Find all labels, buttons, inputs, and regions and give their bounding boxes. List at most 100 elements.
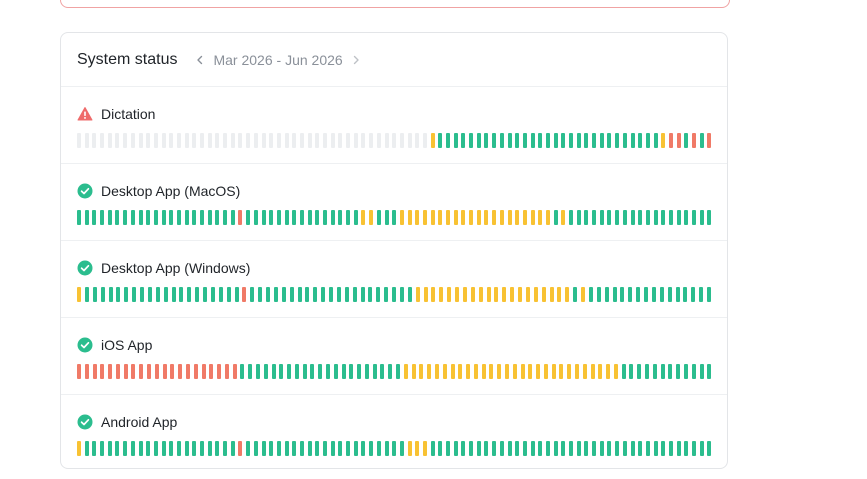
uptime-day-bar[interactable]	[230, 210, 235, 225]
uptime-day-bar[interactable]	[310, 364, 315, 379]
uptime-day-bar[interactable]	[192, 441, 197, 456]
uptime-day-bar[interactable]	[684, 133, 689, 148]
uptime-day-bar[interactable]	[107, 210, 112, 225]
uptime-day-bar[interactable]	[162, 364, 167, 379]
uptime-day-bar[interactable]	[473, 364, 478, 379]
uptime-day-bar[interactable]	[599, 441, 604, 456]
uptime-day-bar[interactable]	[522, 133, 527, 148]
uptime-day-bar[interactable]	[707, 133, 712, 148]
uptime-day-bar[interactable]	[147, 364, 152, 379]
uptime-day-bar[interactable]	[279, 364, 284, 379]
uptime-day-bar[interactable]	[515, 441, 520, 456]
uptime-day-bar[interactable]	[84, 133, 89, 148]
uptime-day-bar[interactable]	[528, 364, 533, 379]
uptime-day-bar[interactable]	[192, 210, 197, 225]
uptime-day-bar[interactable]	[289, 287, 294, 302]
uptime-day-bar[interactable]	[599, 210, 604, 225]
uptime-day-bar[interactable]	[430, 210, 435, 225]
uptime-day-bar[interactable]	[287, 364, 292, 379]
uptime-day-bar[interactable]	[399, 210, 404, 225]
uptime-day-bar[interactable]	[415, 133, 420, 148]
uptime-day-bar[interactable]	[153, 133, 158, 148]
uptime-day-bar[interactable]	[369, 441, 374, 456]
uptime-day-bar[interactable]	[238, 441, 243, 456]
uptime-day-bar[interactable]	[341, 364, 346, 379]
uptime-day-bar[interactable]	[218, 287, 223, 302]
uptime-day-bar[interactable]	[653, 441, 658, 456]
uptime-day-bar[interactable]	[553, 133, 558, 148]
uptime-day-bar[interactable]	[438, 441, 443, 456]
uptime-day-bar[interactable]	[683, 287, 688, 302]
uptime-day-bar[interactable]	[369, 210, 374, 225]
uptime-day-bar[interactable]	[170, 364, 175, 379]
uptime-day-bar[interactable]	[307, 210, 312, 225]
uptime-day-bar[interactable]	[536, 364, 541, 379]
chevron-right-icon[interactable]	[349, 53, 363, 67]
uptime-day-bar[interactable]	[130, 210, 135, 225]
uptime-day-bar[interactable]	[630, 210, 635, 225]
uptime-day-bar[interactable]	[336, 287, 341, 302]
uptime-day-bar[interactable]	[399, 287, 404, 302]
uptime-day-bar[interactable]	[123, 133, 128, 148]
uptime-day-bar[interactable]	[184, 441, 189, 456]
uptime-day-bar[interactable]	[481, 364, 486, 379]
uptime-day-bar[interactable]	[422, 210, 427, 225]
uptime-day-bar[interactable]	[372, 364, 377, 379]
uptime-day-bar[interactable]	[108, 287, 113, 302]
uptime-day-bar[interactable]	[338, 441, 343, 456]
uptime-day-bar[interactable]	[561, 441, 566, 456]
uptime-day-bar[interactable]	[470, 287, 475, 302]
uptime-day-bar[interactable]	[484, 441, 489, 456]
uptime-day-bar[interactable]	[599, 133, 604, 148]
uptime-day-bar[interactable]	[584, 133, 589, 148]
uptime-day-bar[interactable]	[250, 287, 255, 302]
chevron-left-icon[interactable]	[193, 53, 207, 67]
uptime-day-bar[interactable]	[146, 210, 151, 225]
uptime-day-bar[interactable]	[676, 210, 681, 225]
uptime-day-bar[interactable]	[455, 287, 459, 302]
uptime-day-bar[interactable]	[248, 364, 253, 379]
uptime-day-bar[interactable]	[403, 364, 408, 379]
uptime-day-bar[interactable]	[396, 364, 401, 379]
uptime-day-bar[interactable]	[215, 210, 220, 225]
uptime-day-bar[interactable]	[484, 210, 489, 225]
uptime-day-bar[interactable]	[645, 133, 650, 148]
uptime-day-bar[interactable]	[692, 133, 696, 148]
uptime-day-bar[interactable]	[494, 287, 499, 302]
uptime-day-bar[interactable]	[699, 441, 704, 456]
uptime-day-bar[interactable]	[240, 364, 245, 379]
uptime-day-bar[interactable]	[668, 441, 673, 456]
uptime-day-bar[interactable]	[230, 441, 235, 456]
uptime-day-bar[interactable]	[604, 287, 609, 302]
uptime-day-bar[interactable]	[153, 210, 158, 225]
uptime-day-bar[interactable]	[224, 364, 229, 379]
uptime-day-bar[interactable]	[361, 210, 366, 225]
uptime-day-bar[interactable]	[169, 441, 174, 456]
uptime-day-bar[interactable]	[584, 441, 589, 456]
uptime-day-bar[interactable]	[592, 210, 597, 225]
uptime-day-bar[interactable]	[707, 441, 712, 456]
uptime-day-bar[interactable]	[515, 133, 520, 148]
uptime-day-bar[interactable]	[469, 210, 474, 225]
uptime-day-bar[interactable]	[551, 364, 556, 379]
uptime-day-bar[interactable]	[209, 364, 214, 379]
uptime-day-bar[interactable]	[179, 287, 184, 302]
uptime-day-bar[interactable]	[530, 441, 535, 456]
uptime-day-bar[interactable]	[346, 210, 351, 225]
uptime-day-bar[interactable]	[297, 287, 302, 302]
uptime-day-bar[interactable]	[200, 133, 204, 148]
uptime-day-bar[interactable]	[344, 287, 349, 302]
uptime-day-bar[interactable]	[230, 133, 235, 148]
uptime-day-bar[interactable]	[691, 287, 696, 302]
uptime-day-bar[interactable]	[210, 287, 215, 302]
uptime-day-bar[interactable]	[380, 364, 385, 379]
uptime-day-bar[interactable]	[139, 364, 144, 379]
uptime-day-bar[interactable]	[361, 133, 366, 148]
uptime-day-bar[interactable]	[422, 441, 427, 456]
uptime-day-bar[interactable]	[434, 364, 439, 379]
uptime-day-bar[interactable]	[92, 133, 97, 148]
uptime-day-bar[interactable]	[178, 364, 183, 379]
uptime-day-bar[interactable]	[645, 364, 650, 379]
uptime-day-bar[interactable]	[292, 441, 297, 456]
uptime-day-bar[interactable]	[636, 287, 641, 302]
